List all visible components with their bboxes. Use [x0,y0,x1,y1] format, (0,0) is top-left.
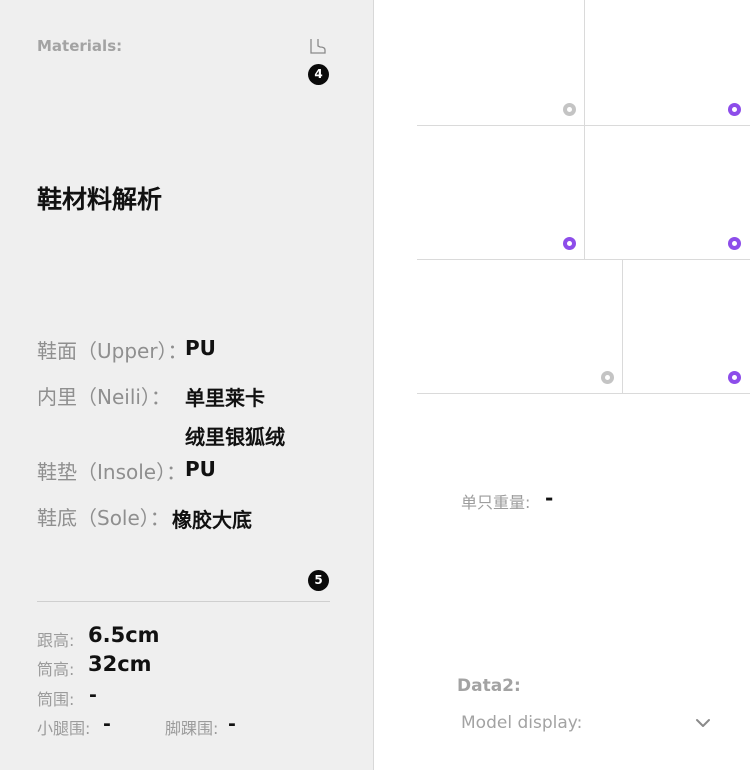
grid-row-divider-2 [417,259,750,260]
heel-height-label: 跟高: [37,631,75,650]
sole-value: 橡胶大底 [172,508,252,532]
grid-column-divider-2 [622,260,623,393]
page-title: 鞋材料解析 [37,185,163,214]
insole-label: 鞋垫（Insole）： [37,460,187,484]
carousel-dot[interactable] [563,237,576,250]
chevron-down-icon[interactable] [694,714,712,732]
carousel-dot[interactable] [601,371,614,384]
shaft-circumference-value: - [89,684,97,706]
grid-column-divider-1 [584,0,585,259]
materials-header-label: Materials: [37,37,123,55]
data2-label: Data2: [457,676,521,696]
weight-value: - [545,486,554,510]
grid-row-divider-3 [417,393,750,394]
upper-label: 鞋面（Upper）： [37,339,188,363]
sole-label: 鞋底（Sole）： [37,506,170,530]
carousel-dot[interactable] [728,371,741,384]
weight-label: 单只重量: [461,493,531,512]
carousel-dot[interactable] [728,103,741,116]
step-badge-5: 5 [308,570,329,591]
ankle-circumference-label: 脚踝围: [165,719,219,738]
carousel-dot[interactable] [728,237,741,250]
step-badge-4: 4 [308,64,329,85]
lining-value-1: 单里莱卡 [185,386,265,410]
shaft-height-value: 32cm [88,652,152,676]
shaft-height-label: 筒高: [37,660,75,679]
insole-value: PU [185,457,216,481]
calf-circumference-value: - [103,713,111,735]
lining-label: 内里（Neili）： [37,385,171,409]
divider [37,601,330,602]
carousel-dot[interactable] [563,103,576,116]
heel-height-value: 6.5cm [88,623,160,647]
calf-circumference-label: 小腿围: [37,719,91,738]
shaft-circumference-label: 筒围: [37,690,75,709]
upper-value: PU [185,336,216,360]
boot-icon [310,39,326,54]
ankle-circumference-value: - [228,713,236,735]
materials-panel: Materials: 4 鞋材料解析 鞋面（Upper）： PU 内里（Neil… [0,0,374,770]
lining-value-2: 绒里银狐绒 [185,425,285,449]
model-display-label[interactable]: Model display: [461,713,582,733]
